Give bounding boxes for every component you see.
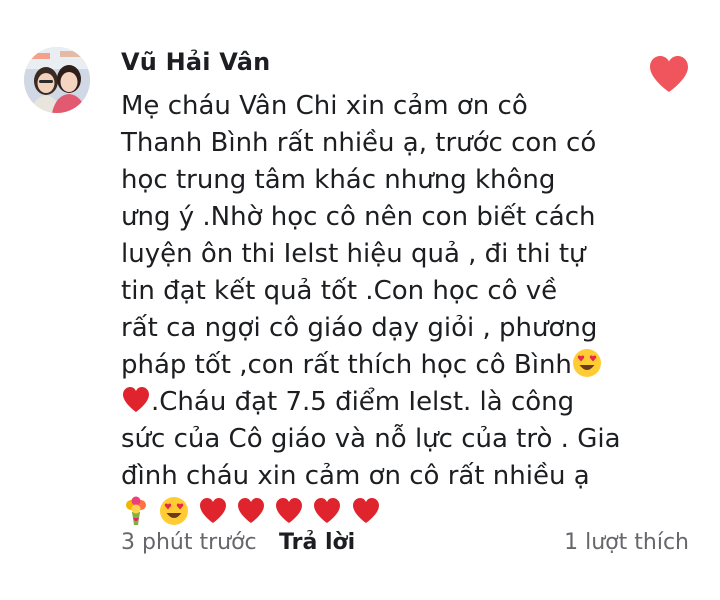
like-count[interactable]: 1 lượt thích (564, 530, 689, 555)
red-heart-emoji (199, 498, 226, 523)
red-heart-emoji (237, 498, 264, 523)
red-heart-emoji (352, 498, 379, 523)
red-heart-emoji (123, 387, 149, 412)
comment-line: Thanh Bình rất nhiều ạ, trước con có (121, 128, 597, 158)
comment-line: sức của Cô giáo và nỗ lực của trò . Gia (121, 424, 621, 454)
comment-body: Mẹ cháu Vân Chi xin cảm ơn cô Thanh Bình… (121, 88, 691, 532)
comment-avatar[interactable] (24, 47, 90, 113)
comment-line: luyện ôn thi Ielst hiệu quả , đi thi tự (121, 239, 586, 269)
heart-eyes-emoji (572, 349, 601, 377)
comment-line: .Cháu đạt 7.5 điểm Ielst. là công (121, 384, 691, 421)
comment-line: ưng ý .Nhờ học cô nên con biết cách (121, 202, 596, 232)
comment-line: Mẹ cháu Vân Chi xin cảm ơn cô (121, 91, 528, 121)
red-heart-emoji (276, 498, 303, 523)
comment-timestamp: 3 phút trước (121, 530, 257, 555)
comment-author[interactable]: Vũ Hải Vân (121, 48, 270, 76)
comment-line: rất ca ngợi cô giáo dạy giỏi , phương (121, 313, 598, 343)
comment-line: pháp tốt ,con rất thích học cô Bình (121, 347, 691, 384)
heart-eyes-emoji (160, 497, 189, 525)
emoji-row (121, 495, 691, 532)
reply-button[interactable]: Trả lời (279, 530, 355, 555)
comment-line: tin đạt kết quả tốt .Con học cô về (121, 276, 558, 306)
red-heart-emoji (314, 498, 341, 523)
bouquet-emoji (126, 496, 146, 525)
comment-line: đình cháu xin cảm ơn cô rất nhiều ạ (121, 461, 590, 491)
comment-line: học trung tâm khác nhưng không (121, 165, 556, 195)
comment-footer: 3 phút trước Trả lời 1 lượt thích (121, 530, 689, 564)
